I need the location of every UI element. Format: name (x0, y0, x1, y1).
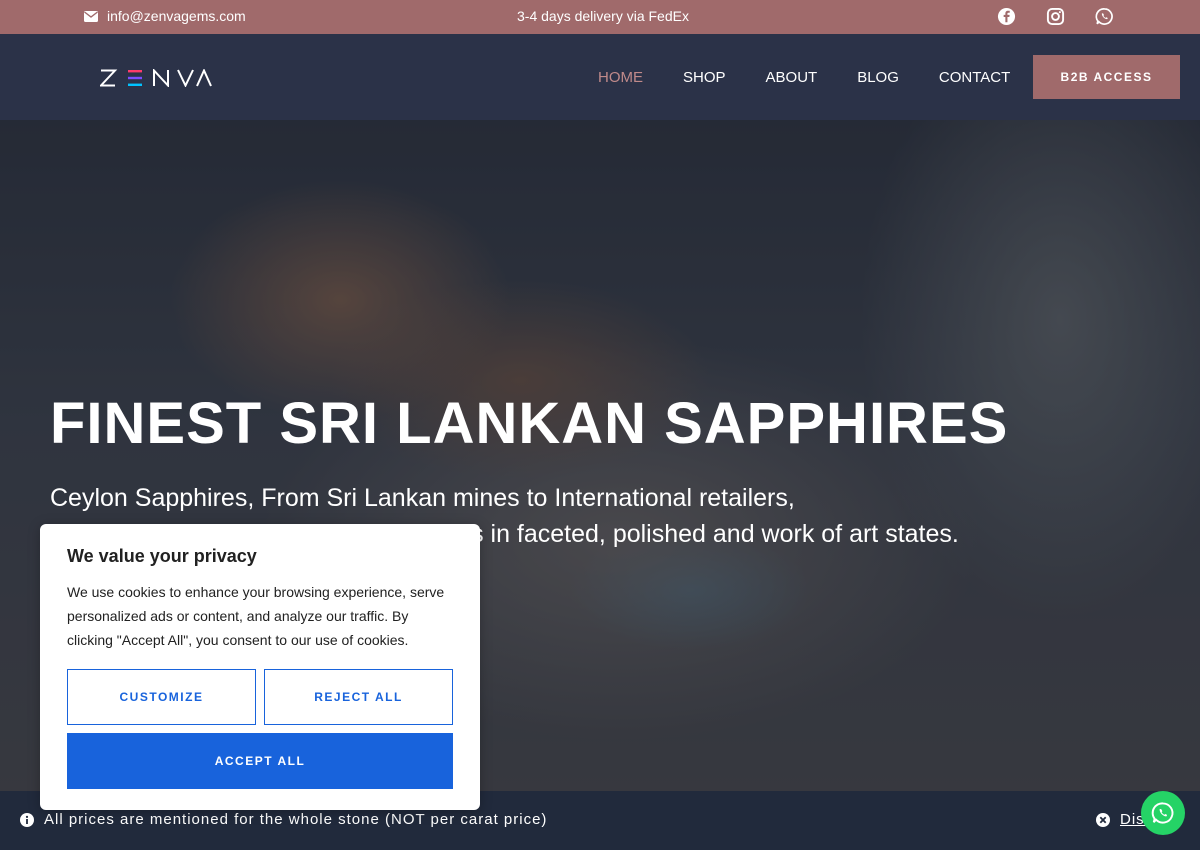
nav-item-shop[interactable]: SHOP (683, 69, 726, 86)
delivery-text: 3-4 days delivery via FedEx (517, 8, 689, 24)
cookie-consent-dialog: We value your privacy We use cookies to … (40, 524, 480, 810)
notice-text: All prices are mentioned for the whole s… (44, 811, 548, 828)
reject-all-button[interactable]: REJECT ALL (264, 669, 453, 725)
instagram-icon[interactable] (1046, 7, 1065, 26)
facebook-icon[interactable] (997, 7, 1016, 26)
nav-item-contact[interactable]: CONTACT (939, 69, 1010, 86)
top-bar: info@zenvagems.com 3-4 days delivery via… (0, 0, 1200, 34)
whatsapp-chat-button[interactable] (1141, 791, 1185, 835)
envelope-icon (84, 10, 98, 22)
cookie-text: We use cookies to enhance your browsing … (67, 584, 445, 648)
cookie-title: We value your privacy (67, 546, 257, 566)
notice-message: All prices are mentioned for the whole s… (20, 811, 547, 828)
whatsapp-icon[interactable] (1095, 7, 1114, 26)
info-icon (20, 812, 34, 827)
nav-menu: HOME SHOP ABOUT BLOG CONTACT (598, 69, 1010, 86)
hero-title: FINEST SRI LANKAN SAPPHIRES (50, 391, 1009, 456)
nav-item-blog[interactable]: BLOG (857, 69, 899, 86)
social-links (997, 7, 1114, 26)
hero-subtitle-line-1: Ceylon Sapphires, From Sri Lankan mines … (50, 484, 795, 512)
customize-button[interactable]: CUSTOMIZE (67, 669, 256, 725)
email-text: info@zenvagems.com (107, 8, 246, 24)
contact-email[interactable]: info@zenvagems.com (84, 8, 246, 24)
main-navbar: HOME SHOP ABOUT BLOG CONTACT B2B ACCESS (0, 34, 1200, 120)
accept-all-button[interactable]: ACCEPT ALL (67, 733, 453, 789)
zenva-logo[interactable] (98, 67, 212, 92)
nav-item-home[interactable]: HOME (598, 69, 643, 86)
close-circle-icon (1096, 812, 1110, 827)
b2b-access-button[interactable]: B2B ACCESS (1033, 55, 1180, 99)
whatsapp-icon (1151, 802, 1174, 824)
nav-item-about[interactable]: ABOUT (766, 69, 818, 86)
